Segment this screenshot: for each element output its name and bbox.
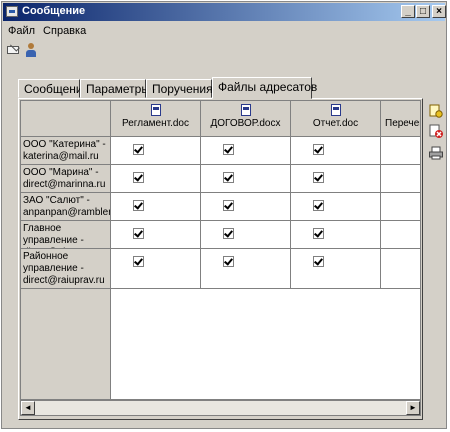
file-checkbox-cell bbox=[291, 221, 381, 249]
file-checkbox[interactable] bbox=[133, 144, 144, 155]
file-column-header: ДОГОВОР.docx bbox=[201, 101, 291, 137]
file-checkbox[interactable] bbox=[223, 144, 234, 155]
recipient-name: Главное управление - direct@glavuprav.ru bbox=[21, 221, 111, 249]
file-checkbox-cell bbox=[201, 165, 291, 193]
tab-parameters[interactable]: Параметры bbox=[80, 79, 150, 98]
file-checkbox-cell bbox=[291, 165, 381, 193]
window-title: Сообщение bbox=[22, 5, 86, 17]
file-checkbox[interactable] bbox=[313, 172, 324, 183]
title-bar: Сообщение _ □ × bbox=[3, 3, 446, 21]
scroll-left-button[interactable]: ◄ bbox=[21, 401, 35, 415]
recipient-name: Районное управление - direct@raiuprav.ru bbox=[21, 249, 111, 289]
file-checkbox[interactable] bbox=[313, 256, 324, 267]
file-checkbox-cell bbox=[291, 249, 381, 289]
person-icon[interactable] bbox=[24, 42, 40, 58]
file-checkbox-cell bbox=[291, 137, 381, 165]
print-icon[interactable] bbox=[428, 145, 444, 161]
menu-help[interactable]: Справка bbox=[39, 23, 90, 39]
recipient-files-grid: Регламент.doc ДОГОВОР.docx Отчет.doc Пер… bbox=[20, 100, 421, 400]
file-checkbox[interactable] bbox=[313, 228, 324, 239]
row-header-filler bbox=[21, 289, 111, 399]
add-file-icon[interactable] bbox=[428, 103, 444, 119]
file-cell[interactable] bbox=[381, 137, 420, 165]
file-checkbox[interactable] bbox=[133, 228, 144, 239]
file-checkbox-cell bbox=[111, 137, 201, 165]
recipient-name: ООО "Катерина" - katerina@mail.ru bbox=[21, 137, 111, 165]
file-cell[interactable] bbox=[381, 193, 420, 221]
recipient-name: ООО "Марина" - direct@marinna.ru bbox=[21, 165, 111, 193]
envelope-icon[interactable] bbox=[6, 42, 22, 58]
file-checkbox[interactable] bbox=[223, 228, 234, 239]
document-icon bbox=[330, 104, 341, 116]
close-button[interactable]: × bbox=[432, 5, 446, 18]
file-checkbox-cell bbox=[111, 193, 201, 221]
minimize-button[interactable]: _ bbox=[401, 5, 415, 18]
file-checkbox[interactable] bbox=[133, 172, 144, 183]
file-checkbox-cell bbox=[201, 221, 291, 249]
file-checkbox[interactable] bbox=[133, 200, 144, 211]
delete-file-icon[interactable] bbox=[428, 123, 444, 139]
file-checkbox-cell bbox=[111, 165, 201, 193]
file-checkbox-cell bbox=[291, 193, 381, 221]
file-cell[interactable] bbox=[381, 165, 420, 193]
file-cell[interactable] bbox=[381, 221, 420, 249]
maximize-button[interactable]: □ bbox=[416, 5, 430, 18]
tab-message[interactable]: Сообщение bbox=[18, 79, 89, 98]
app-icon bbox=[6, 6, 18, 17]
horizontal-scrollbar[interactable]: ◄ ► bbox=[20, 400, 421, 416]
tab-assignments[interactable]: Поручения bbox=[146, 79, 213, 98]
file-checkbox[interactable] bbox=[313, 144, 324, 155]
document-icon bbox=[150, 104, 161, 116]
file-checkbox[interactable] bbox=[313, 200, 324, 211]
menu-file[interactable]: Файл bbox=[4, 23, 39, 39]
recipient-name: ЗАО "Салют" - anpanpan@rambler.ru bbox=[21, 193, 111, 221]
file-checkbox[interactable] bbox=[133, 256, 144, 267]
file-checkbox[interactable] bbox=[223, 172, 234, 183]
file-checkbox[interactable] bbox=[223, 256, 234, 267]
file-column-header: Отчет.doc bbox=[291, 101, 381, 137]
file-column-header: Перечень bbox=[381, 101, 420, 137]
menu-bar: Файл Справка bbox=[4, 23, 90, 39]
document-icon bbox=[240, 104, 251, 116]
file-cell[interactable] bbox=[381, 249, 420, 289]
file-column-header: Регламент.doc bbox=[111, 101, 201, 137]
file-checkbox-cell bbox=[201, 137, 291, 165]
file-checkbox[interactable] bbox=[223, 200, 234, 211]
tab-recipient-files[interactable]: Файлы адресатов bbox=[212, 77, 317, 99]
file-checkbox-cell bbox=[111, 221, 201, 249]
corner-header bbox=[21, 101, 111, 137]
file-checkbox-cell bbox=[111, 249, 201, 289]
scroll-right-button[interactable]: ► bbox=[406, 401, 420, 415]
file-checkbox-cell bbox=[201, 249, 291, 289]
toolbar bbox=[6, 42, 42, 60]
file-checkbox-cell bbox=[201, 193, 291, 221]
